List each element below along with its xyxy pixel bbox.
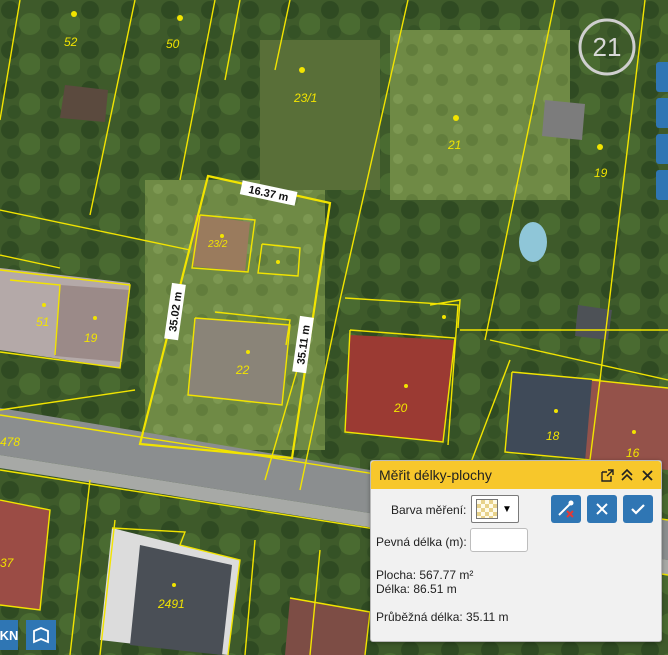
close-icon[interactable] bbox=[639, 467, 655, 483]
parcel-marker bbox=[453, 115, 459, 121]
fixed-length-input[interactable] bbox=[470, 528, 528, 552]
kn-label: KN bbox=[0, 627, 19, 643]
right-tool-button[interactable] bbox=[656, 98, 668, 128]
svg-text:21: 21 bbox=[593, 32, 622, 62]
building bbox=[542, 100, 585, 140]
panel-header: Měřit délky-plochy bbox=[371, 461, 661, 489]
right-tool-button[interactable] bbox=[656, 170, 668, 200]
parcel-label: 23/1 bbox=[293, 91, 317, 105]
garden-area bbox=[260, 40, 380, 190]
parcel-marker bbox=[42, 303, 46, 307]
length-result: Délka: 86.51 m bbox=[376, 582, 457, 596]
parcel-marker bbox=[276, 260, 280, 264]
parcel-label: 23/2 bbox=[207, 239, 228, 250]
building bbox=[345, 335, 455, 442]
parcel-label: 16 bbox=[626, 446, 640, 460]
parcel-label: 20 bbox=[393, 401, 408, 415]
popout-icon[interactable] bbox=[599, 467, 615, 483]
parcel-label: 22 bbox=[235, 363, 250, 377]
running-length-result: Průběžná délka: 35.11 m bbox=[376, 610, 509, 624]
parcel-marker bbox=[93, 316, 97, 320]
kn-layer-button[interactable]: KN bbox=[0, 620, 18, 650]
parcel-label: 21 bbox=[447, 138, 461, 152]
parcel-marker bbox=[597, 144, 603, 150]
parcel-marker bbox=[442, 315, 446, 319]
parcel-label: 37 bbox=[0, 556, 15, 570]
right-tool-button[interactable] bbox=[656, 134, 668, 164]
parcel-label: 19 bbox=[84, 331, 98, 345]
parcel-label: 50 bbox=[166, 37, 180, 51]
map-layer-button[interactable] bbox=[26, 620, 56, 650]
building bbox=[505, 372, 600, 460]
parcel-marker bbox=[632, 430, 636, 434]
parcel-marker bbox=[220, 234, 224, 238]
parcel-marker bbox=[172, 583, 176, 587]
parcel-label: 18 bbox=[546, 429, 560, 443]
building bbox=[60, 85, 108, 122]
parcel-label: 478 bbox=[0, 435, 20, 449]
confirm-button[interactable] bbox=[623, 495, 653, 523]
pool bbox=[519, 222, 547, 262]
parcel-marker bbox=[554, 409, 558, 413]
parcel-marker bbox=[71, 11, 77, 17]
close-icon bbox=[596, 503, 608, 515]
building bbox=[188, 318, 290, 405]
dropdown-arrow-icon: ▼ bbox=[502, 503, 512, 515]
parcel-marker bbox=[246, 350, 250, 354]
measure-remove-icon bbox=[558, 500, 574, 518]
area-result: Plocha: 567.77 m² bbox=[376, 568, 474, 582]
measure-panel: Měřit délky-plochy Barva měření: ▼ Pevná… bbox=[370, 460, 662, 642]
fixed-length-label: Pevná délka (m): bbox=[376, 535, 467, 549]
building bbox=[55, 285, 130, 362]
parcel-marker bbox=[299, 67, 305, 73]
color-label: Barva měření: bbox=[391, 503, 467, 517]
parcel-label: 19 bbox=[594, 166, 608, 180]
century21-logo: 21 bbox=[578, 18, 636, 76]
map-icon bbox=[33, 627, 49, 644]
parcel-marker bbox=[177, 15, 183, 21]
panel-title: Měřit délky-plochy bbox=[379, 467, 492, 483]
color-swatch bbox=[476, 499, 498, 519]
color-picker[interactable]: ▼ bbox=[471, 495, 519, 523]
parcel-label: 2491 bbox=[157, 597, 185, 611]
clear-measure-button[interactable] bbox=[551, 495, 581, 523]
checkmark-icon bbox=[631, 504, 645, 515]
parcel-label: 51 bbox=[36, 315, 49, 329]
parcel-marker bbox=[404, 384, 408, 388]
collapse-icon[interactable] bbox=[619, 467, 635, 483]
right-toolbar bbox=[656, 0, 668, 240]
right-tool-button[interactable] bbox=[656, 62, 668, 92]
parcel-label: 52 bbox=[64, 35, 78, 49]
cancel-button[interactable] bbox=[587, 495, 617, 523]
